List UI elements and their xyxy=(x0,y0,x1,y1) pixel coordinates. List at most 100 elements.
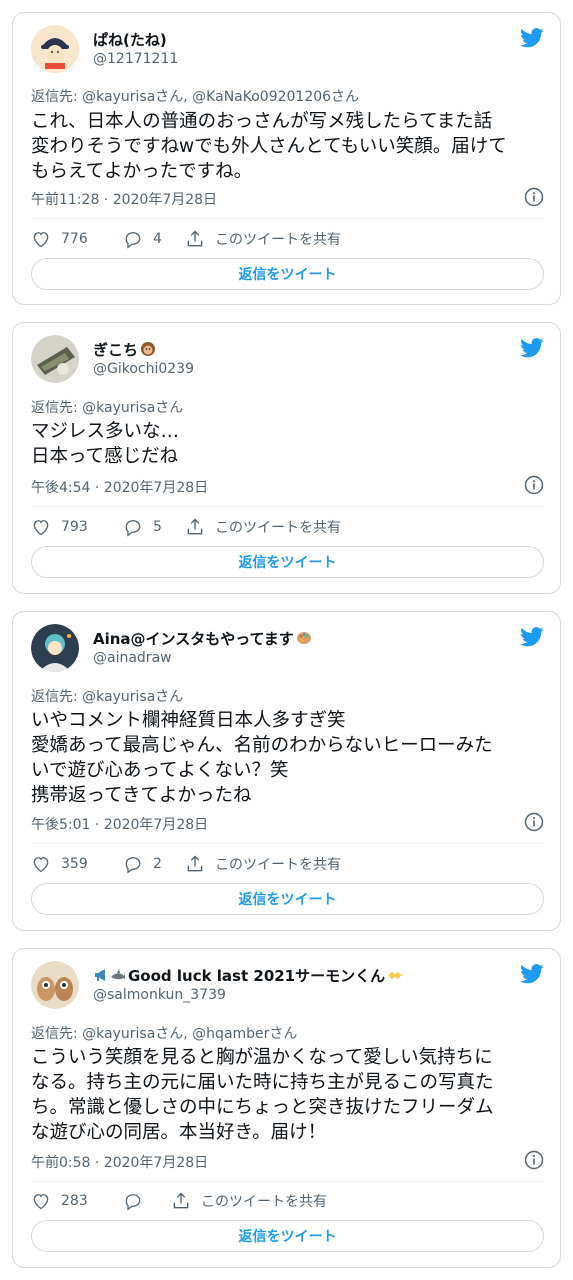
tweet-card[interactable]: Good luck last 2021サーモンくん @salmonkun_373… xyxy=(12,948,561,1268)
like-count: 359 xyxy=(61,856,88,872)
palette-emoji-icon xyxy=(296,632,311,644)
display-name[interactable]: ぎこち xyxy=(93,339,156,360)
tweet-text: これ、日本人の普通のおっさんが写メ残したらてまた話 変わりそうですねwでも外人さ… xyxy=(31,109,551,184)
reply-to-label: 返信先: @kayurisaさん, @hqamberさん xyxy=(31,1026,298,1042)
share-button[interactable]: このツイートを共有 xyxy=(185,227,341,251)
tweet-text-line: 日本って感じだね xyxy=(31,446,179,467)
reply-count: 2 xyxy=(153,856,162,872)
reply-to-label: 返信先: @kayurisaさん xyxy=(31,689,184,705)
like-count: 283 xyxy=(61,1193,88,1209)
tweet-text-line: な遊び心の同居。本当好き。届け！ xyxy=(31,1122,327,1143)
tweet-text-line: マジレス多いな… xyxy=(31,421,180,442)
avatar-illustration xyxy=(31,624,79,672)
avatar-illustration xyxy=(31,961,79,1009)
tweet-text-line: 変わりそうですねwでも外人さんとてもいい笑顔。届けて xyxy=(31,136,507,157)
reply-button[interactable] xyxy=(123,1189,153,1213)
avatar-illustration xyxy=(31,25,79,73)
tweet-text: こういう笑顔を見ると胸が温かくなって愛しい気持ちに なる。持ち主の元に届いた時に… xyxy=(31,1045,551,1145)
info-icon[interactable] xyxy=(524,812,544,832)
user-handle[interactable]: @Gikochi0239 xyxy=(93,361,194,377)
megaphone-emoji-icon xyxy=(95,969,105,981)
twitter-bird-icon[interactable] xyxy=(520,963,544,985)
share-button[interactable]: このツイートを共有 xyxy=(185,852,341,876)
share-label: このツイートを共有 xyxy=(215,232,341,248)
share-button[interactable]: このツイートを共有 xyxy=(171,1189,327,1213)
user-handle[interactable]: @ainadraw xyxy=(93,650,172,666)
reply-tweet-button[interactable]: 返信をツイート xyxy=(31,883,544,915)
display-name-text: Aina@インスタもやってます xyxy=(93,630,294,648)
reply-bubble-icon xyxy=(125,857,141,874)
reply-tweet-button[interactable]: 返信をツイート xyxy=(31,546,544,578)
avatar[interactable] xyxy=(31,335,79,383)
like-count: 793 xyxy=(61,519,88,535)
display-name[interactable]: ぱね(たね) xyxy=(93,29,167,50)
action-bar: 793 5 このツイートを共有 xyxy=(31,515,546,539)
like-button[interactable]: 793 xyxy=(31,515,88,539)
like-count: 776 xyxy=(61,231,88,247)
reply-count: 5 xyxy=(153,519,162,535)
divider xyxy=(31,843,544,844)
heart-icon xyxy=(33,232,49,248)
like-button[interactable]: 359 xyxy=(31,852,88,876)
tweet-text-line: こういう笑顔を見ると胸が温かくなって愛しい気持ちに xyxy=(31,1047,493,1068)
like-button[interactable]: 283 xyxy=(31,1189,88,1213)
reply-button[interactable]: 4 xyxy=(123,227,162,251)
share-label: このツイートを共有 xyxy=(215,857,341,873)
reply-to-label: 返信先: @kayurisaさん xyxy=(31,400,184,416)
like-button[interactable]: 776 xyxy=(31,227,88,251)
heart-icon xyxy=(33,1194,49,1210)
action-bar: 359 2 このツイートを共有 xyxy=(31,852,546,876)
tweet-card[interactable]: ぎこち @Gikochi0239 返信先: @kayurisaさん マジレス多い… xyxy=(12,322,561,594)
avatar-illustration xyxy=(31,335,79,383)
twitter-bird-icon[interactable] xyxy=(520,337,544,359)
tweet-text: マジレス多いな… 日本って感じだね xyxy=(31,419,551,469)
twitter-bird-icon[interactable] xyxy=(520,27,544,49)
timestamp[interactable]: 午前0:58 · 2020年7月28日 xyxy=(31,1152,208,1172)
share-label: このツイートを共有 xyxy=(201,1194,327,1210)
info-icon[interactable] xyxy=(524,1150,544,1170)
twitter-bird-icon[interactable] xyxy=(520,626,544,648)
display-name-text: ぎこち xyxy=(93,341,139,359)
reply-bubble-icon xyxy=(125,520,141,537)
share-icon xyxy=(173,1192,189,1209)
tweet-text-line: これ、日本人の普通のおっさんが写メ残したらてまた話 xyxy=(31,111,493,132)
reply-button[interactable]: 5 xyxy=(123,515,162,539)
info-icon[interactable] xyxy=(524,187,544,207)
avatar[interactable] xyxy=(31,961,79,1009)
share-icon xyxy=(187,518,203,535)
tweet-text-line: もらえてよかったですね。 xyxy=(31,161,253,182)
share-icon xyxy=(187,230,203,247)
display-name-text: Good luck last 2021サーモンくん xyxy=(128,967,386,985)
monkey-emoji-icon xyxy=(141,342,156,356)
user-handle[interactable]: @salmonkun_3739 xyxy=(93,987,226,1003)
display-name[interactable]: Aina@インスタもやってます xyxy=(93,628,312,649)
timestamp[interactable]: 午後5:01 · 2020年7月28日 xyxy=(31,814,208,834)
reply-tweet-button[interactable]: 返信をツイート xyxy=(31,258,544,290)
heart-icon xyxy=(33,520,49,536)
shark-emoji-icon xyxy=(111,969,125,980)
reply-count: 4 xyxy=(153,231,162,247)
user-handle[interactable]: @12171211 xyxy=(93,51,178,67)
tweet-text-line: ち。常識と優しさの中にちょっと突き抜けたフリーダム xyxy=(31,1097,494,1118)
tweet-text: いやコメント欄神経質日本人多すぎ笑 愛嬌あって最高じゃん、名前のわからないヒーロ… xyxy=(31,708,551,808)
info-icon[interactable] xyxy=(524,475,544,495)
tweet-text-line: なる。持ち主の元に届いた時に持ち主が見るこの写真た xyxy=(31,1072,494,1093)
reply-tweet-button[interactable]: 返信をツイート xyxy=(31,1220,544,1252)
avatar[interactable] xyxy=(31,25,79,73)
avatar[interactable] xyxy=(31,624,79,672)
divider xyxy=(31,218,544,219)
share-button[interactable]: このツイートを共有 xyxy=(185,515,341,539)
reply-button[interactable]: 2 xyxy=(123,852,162,876)
tweet-card[interactable]: ぱね(たね) @12171211 返信先: @kayurisaさん, @KaNa… xyxy=(12,12,561,305)
timestamp[interactable]: 午後4:54 · 2020年7月28日 xyxy=(31,477,208,497)
heart-icon xyxy=(33,857,49,873)
reply-bubble-icon xyxy=(125,232,141,249)
divider xyxy=(31,506,544,507)
display-name[interactable]: Good luck last 2021サーモンくん xyxy=(93,965,403,986)
share-icon xyxy=(187,855,203,872)
timestamp[interactable]: 午前11:28 · 2020年7月28日 xyxy=(31,189,217,209)
share-label: このツイートを共有 xyxy=(215,520,341,536)
tweet-text-line: いで遊び心あってよくない？笑 xyxy=(31,760,289,781)
divider xyxy=(31,1181,544,1182)
tweet-card[interactable]: Aina@インスタもやってます @ainadraw 返信先: @kayurisa… xyxy=(12,611,561,931)
